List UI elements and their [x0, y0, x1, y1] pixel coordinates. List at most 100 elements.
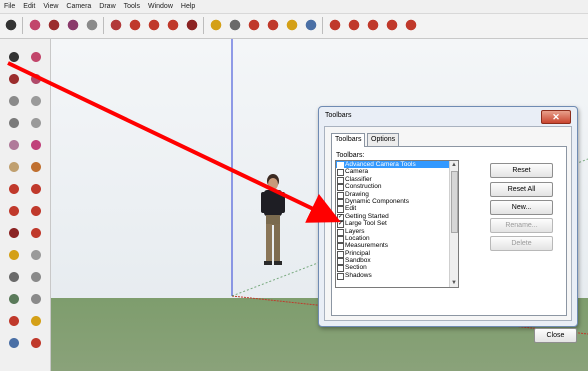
list-item-label: Getting Started	[345, 212, 389, 220]
menu-file[interactable]: File	[0, 0, 19, 12]
eraser-icon[interactable]	[28, 49, 44, 65]
tab-content: Toolbars: Advanced Camera Tools Camera Cla…	[331, 146, 567, 316]
move-icon[interactable]	[6, 181, 22, 197]
select-icon[interactable]	[6, 49, 22, 65]
list-item[interactable]: Layers	[336, 227, 458, 236]
paint-icon[interactable]	[6, 71, 22, 87]
menu-window[interactable]: Window	[144, 0, 177, 12]
list-item[interactable]: Camera	[336, 168, 458, 177]
tape-icon[interactable]	[6, 225, 22, 241]
pan-icon[interactable]	[28, 313, 44, 329]
rotated-rect-icon[interactable]	[28, 137, 44, 153]
eraser-icon[interactable]	[27, 17, 43, 33]
dimension-icon[interactable]	[28, 225, 44, 241]
axes-icon[interactable]	[28, 247, 44, 263]
list-item[interactable]: Dynamic Components	[336, 198, 458, 206]
paint-bucket-icon[interactable]	[246, 17, 262, 33]
dialog-close-icon[interactable]: ✕	[541, 110, 571, 124]
select-icon[interactable]	[3, 17, 19, 33]
orbit-icon[interactable]	[265, 17, 281, 33]
checkbox[interactable]	[337, 272, 344, 280]
walk-icon[interactable]	[6, 291, 22, 307]
top-toolbar	[0, 14, 588, 39]
arc-icon[interactable]	[65, 17, 81, 33]
push-pull-icon[interactable]	[28, 159, 44, 175]
zoom-icon[interactable]	[303, 17, 319, 33]
zoom-window-icon[interactable]	[28, 335, 44, 351]
extension-warehouse-icon[interactable]	[403, 17, 419, 33]
close-button[interactable]: Close	[534, 328, 577, 343]
list-item[interactable]: Advanced Camera Tools	[336, 161, 458, 169]
list-item[interactable]: ✓ Large Tool Set	[336, 220, 458, 229]
follow-me-icon[interactable]	[6, 159, 22, 175]
list-item-label: Principal	[345, 249, 370, 257]
polygon-icon[interactable]	[28, 93, 44, 109]
menu-draw[interactable]: Draw	[95, 0, 119, 12]
line-icon[interactable]	[46, 17, 62, 33]
list-item[interactable]: Section	[336, 264, 458, 273]
rename-button[interactable]: Rename...	[490, 218, 553, 233]
list-item[interactable]: Drawing	[336, 190, 458, 199]
freehand-icon[interactable]	[28, 71, 44, 87]
rectangle-icon[interactable]	[6, 93, 22, 109]
list-item-label: Classifier	[345, 175, 372, 183]
list-item-label: Shadows	[345, 271, 372, 279]
large-tool-set-toolbar	[0, 39, 51, 371]
reset-button[interactable]: Reset	[490, 163, 553, 178]
scroll-down-icon[interactable]: ▼	[450, 279, 458, 287]
text-icon[interactable]	[6, 269, 22, 285]
arc-icon[interactable]	[28, 115, 44, 131]
scroll-thumb[interactable]	[451, 171, 458, 233]
offset-icon[interactable]	[28, 203, 44, 219]
list-item[interactable]: Edit	[336, 205, 458, 214]
rotate-icon[interactable]	[165, 17, 181, 33]
scale-icon[interactable]	[6, 203, 22, 219]
list-item-label: Measurements	[345, 242, 388, 250]
push-pull-icon[interactable]	[108, 17, 124, 33]
menu-view[interactable]: View	[39, 0, 62, 12]
position-camera-icon[interactable]	[28, 291, 44, 307]
scale-icon[interactable]	[184, 17, 200, 33]
list-item[interactable]: Classifier	[336, 175, 458, 184]
list-item[interactable]: Sandbox	[336, 257, 458, 266]
list-item-label: Drawing	[345, 190, 369, 198]
toolbars-listbox[interactable]: Advanced Camera Tools Camera Classifier Con…	[335, 160, 459, 288]
tab-toolbars[interactable]: Toolbars	[331, 133, 366, 147]
list-item[interactable]: Location	[336, 234, 458, 243]
list-scrollbar[interactable]: ▲ ▼	[449, 161, 458, 287]
list-item-label: Location	[345, 234, 370, 242]
protractor-icon[interactable]	[6, 247, 22, 263]
menu-help[interactable]: Help	[177, 0, 199, 12]
zoom-extents-icon[interactable]	[327, 17, 343, 33]
menu-edit[interactable]: Edit	[19, 0, 39, 12]
list-item[interactable]: Construction	[336, 183, 458, 192]
reset-all-button[interactable]: Reset All	[490, 182, 553, 197]
menu-camera[interactable]: Camera	[62, 0, 95, 12]
offset-icon[interactable]	[127, 17, 143, 33]
delete-button[interactable]: Delete	[490, 236, 553, 251]
3d-warehouse-icon[interactable]	[346, 17, 362, 33]
rotate-icon[interactable]	[28, 181, 44, 197]
pan-icon[interactable]	[284, 17, 300, 33]
list-item[interactable]: Principal	[336, 249, 458, 258]
scroll-up-icon[interactable]: ▲	[450, 161, 458, 169]
list-item[interactable]: Shadows	[336, 271, 458, 280]
pie-icon[interactable]	[6, 137, 22, 153]
list-item[interactable]: Measurements	[336, 242, 458, 251]
3d-text-icon[interactable]	[28, 269, 44, 285]
share-model-icon[interactable]	[384, 17, 400, 33]
list-item[interactable]: ✓ Getting Started	[336, 212, 458, 221]
tab-options[interactable]: Options	[367, 133, 400, 146]
text-icon[interactable]	[227, 17, 243, 33]
list-item-label: Section	[345, 264, 367, 272]
circle-icon[interactable]	[6, 115, 22, 131]
rectangle-icon[interactable]	[84, 17, 100, 33]
orbit-icon[interactable]	[6, 313, 22, 329]
new-button[interactable]: New...	[490, 200, 553, 215]
tape-measure-icon[interactable]	[208, 17, 224, 33]
components-icon[interactable]	[365, 17, 381, 33]
zoom-icon[interactable]	[6, 335, 22, 351]
move-icon[interactable]	[146, 17, 162, 33]
menu-tools[interactable]: Tools	[120, 0, 144, 12]
list-item-label: Layers	[345, 227, 365, 235]
